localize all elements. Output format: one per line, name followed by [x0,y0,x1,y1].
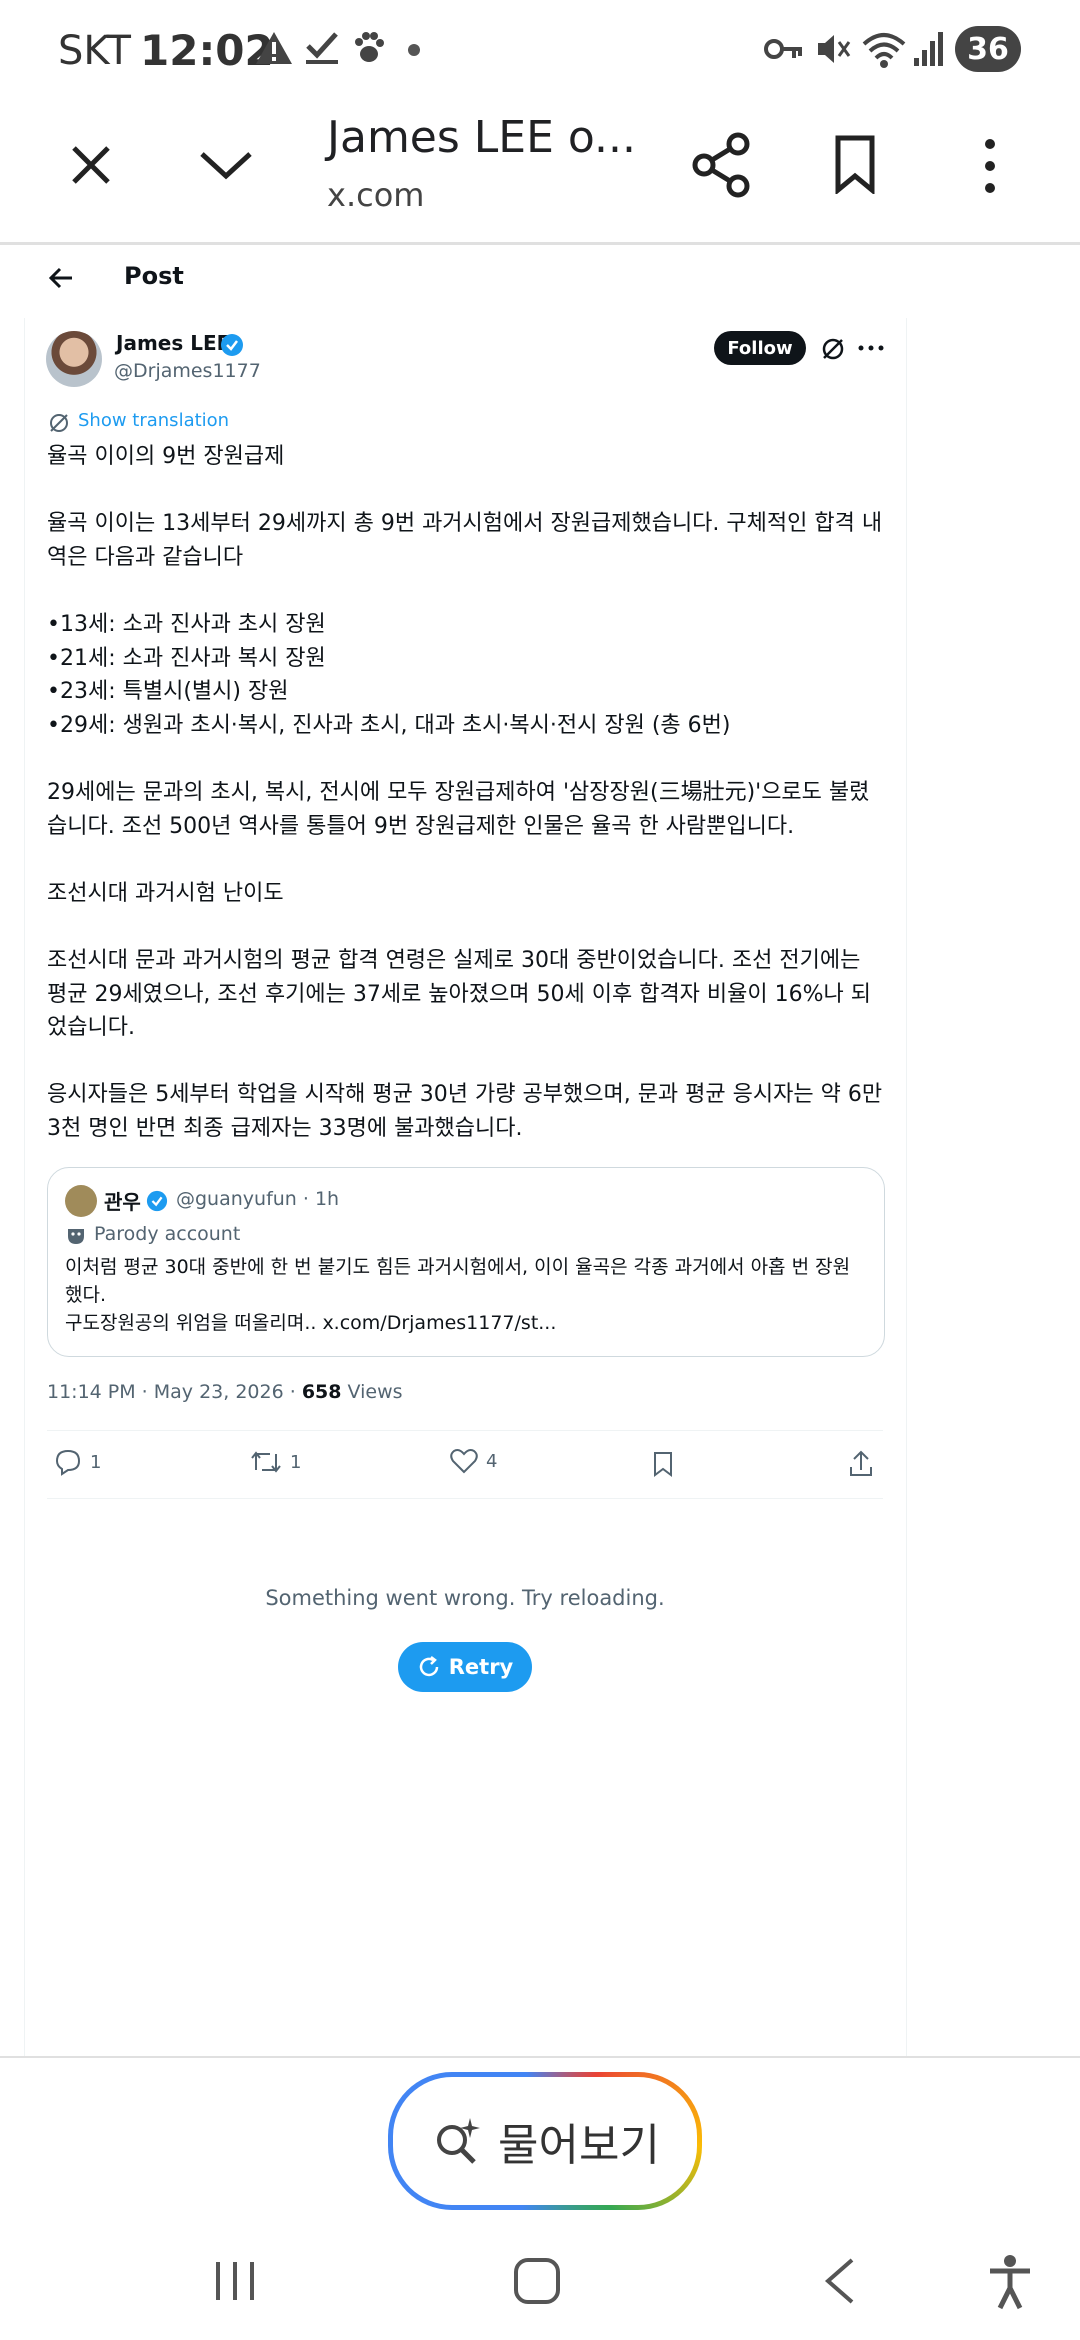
divider [47,1498,883,1499]
battery-indicator: 36 [955,26,1021,72]
views-label: Views [341,1381,403,1403]
refresh-icon [419,1656,438,1677]
repost-button[interactable]: 1 [250,1448,301,1476]
back-icon[interactable] [822,2256,856,2306]
accessibility-icon[interactable] [986,2254,1034,2310]
column-divider [24,318,25,2058]
signal-icon [914,32,943,66]
avatar[interactable] [46,331,102,387]
like-button[interactable]: 4 [450,1448,497,1474]
error-message: Something went wrong. Try reloading. [265,1586,665,1610]
retry-label: Retry [448,1655,514,1679]
heart-icon [450,1449,478,1474]
back-arrow-icon[interactable] [48,266,74,290]
column-divider [906,318,907,2058]
alert-icon [256,32,292,64]
verified-badge-icon [146,1190,168,1212]
translate-icon[interactable] [48,412,70,434]
author-name[interactable]: James LEE [116,331,230,355]
quote-text: 이처럼 평균 30대 중반에 한 번 붙기도 힘든 과거시험에서, 이이 율곡은… [65,1256,851,1334]
check-icon [306,32,338,64]
page-url[interactable]: x.com [327,176,424,214]
post-header-title: Post [124,262,184,290]
quote-author-handle[interactable]: @guanyufun · 1h [176,1188,339,1210]
quote-avatar[interactable] [65,1185,97,1217]
post-timestamp[interactable]: 11:14 PM · May 23, 2026 · [47,1381,302,1403]
ai-search-icon [437,2118,481,2164]
paw-icon [355,32,384,62]
dot-icon [408,44,420,56]
post-meta: 11:14 PM · May 23, 2026 · 658 Views [47,1381,403,1403]
post-body: 율곡 이이의 9번 장원급제 율곡 이이는 13세부터 29세까지 총 9번 과… [47,444,883,1141]
parody-mask-icon [68,1229,84,1244]
share-icon[interactable] [690,132,752,198]
reply-icon [55,1449,81,1476]
quote-author-name[interactable]: 관우 [104,1186,141,1215]
close-icon[interactable] [66,140,116,190]
mute-icon [818,35,851,63]
show-translation-link[interactable]: Show translation [78,410,229,431]
reply-button[interactable]: 1 [54,1448,101,1476]
divider [47,1430,883,1431]
verified-badge-icon [221,334,243,356]
repost-count: 1 [290,1451,302,1473]
like-count: 4 [486,1450,498,1472]
retry-button[interactable]: Retry [398,1642,532,1692]
more-options-icon[interactable] [858,344,884,352]
reply-count: 1 [90,1451,102,1473]
grok-icon[interactable] [820,336,846,362]
key-icon [764,39,802,59]
bookmark-post-icon[interactable] [652,1450,674,1478]
home-icon[interactable] [512,2256,562,2306]
system-nav-bar [0,2216,1080,2340]
repost-icon [251,1451,281,1473]
parody-account-label: Parody account [94,1223,241,1245]
more-vert-icon[interactable] [980,138,1000,194]
status-bar: SKT 12:02 36 [0,0,1080,100]
carrier-label: SKT [58,28,131,74]
ask-button[interactable]: 물어보기 [388,2072,702,2210]
bookmark-icon[interactable] [834,134,876,194]
ask-label: 물어보기 [498,2120,660,2171]
views-count: 658 [301,1381,342,1403]
chevron-down-icon[interactable] [198,148,254,182]
recent-apps-icon[interactable] [212,2258,258,2304]
page-title[interactable]: James LEE o... [327,112,636,163]
share-post-icon[interactable] [848,1450,874,1478]
author-handle[interactable]: @Drjames1177 [114,360,261,382]
follow-button[interactable]: Follow [714,331,806,365]
wifi-icon [862,33,906,68]
